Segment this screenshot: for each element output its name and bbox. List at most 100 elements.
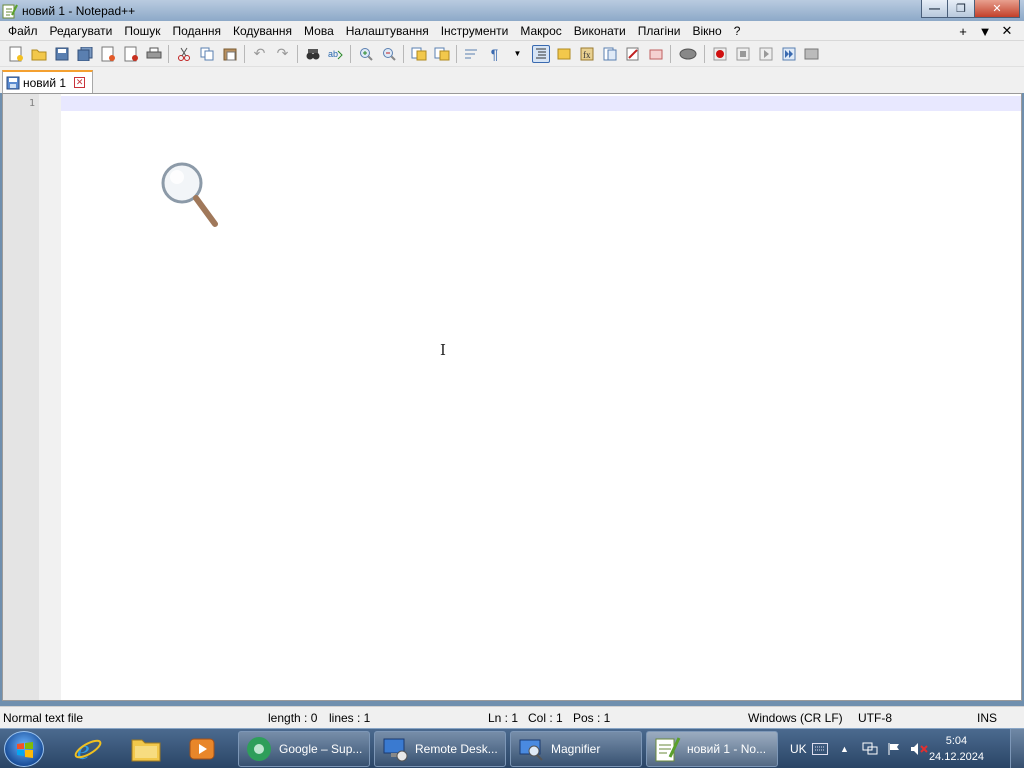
taskbar-remote-desktop[interactable]: Remote Desk... [374,731,506,767]
redo-button[interactable]: ↷ [274,45,292,63]
status-line-number: Ln : 1 [488,711,519,725]
copy-button[interactable] [198,45,216,63]
action-center-flag-icon[interactable] [887,729,901,768]
show-hidden-icons-button[interactable]: ▲ [840,729,849,768]
network-icon[interactable] [862,729,878,768]
sync-horizontal-button[interactable] [433,45,451,63]
folder-as-workspace-button[interactable] [624,45,642,63]
zoom-in-button[interactable] [357,45,375,63]
menu-language[interactable]: Мова [298,21,340,41]
title-bar: новий 1 - Notepad++ — ❐ ✕ [0,0,1024,21]
taskbar: e Google – Sup... Remote Desk... Magnifi… [0,728,1024,768]
language-indicator[interactable]: UK [790,729,807,768]
save-macro-button[interactable] [803,45,821,63]
start-recording-button[interactable] [711,45,729,63]
close-button[interactable]: ✕ [975,0,1020,18]
line-number: 1 [28,98,35,109]
menu-view[interactable]: Подання [167,21,227,41]
menu-encoding[interactable]: Кодування [227,21,298,41]
replace-button[interactable]: ab [327,45,345,63]
find-button[interactable] [304,45,322,63]
monitoring-button[interactable] [647,45,665,63]
user-defined-language-button[interactable] [555,45,573,63]
clock-time: 5:04 [945,735,968,747]
stop-recording-button[interactable] [734,45,752,63]
magnifier-app-icon [519,739,543,761]
word-wrap-button[interactable] [463,45,481,63]
taskbar-google-chrome[interactable]: Google – Sup... [238,731,370,767]
status-file-type: Normal text file [3,711,84,725]
function-list-button[interactable]: fx [578,45,596,63]
cut-button[interactable] [175,45,193,63]
windows-logo-icon [17,742,33,758]
fold-margin [39,94,61,700]
menu-window[interactable]: Вікно [686,21,727,41]
status-encoding[interactable]: UTF-8 [858,711,892,725]
menu-macro[interactable]: Макрос [514,21,567,41]
taskbar-notepad-plus-plus[interactable]: новий 1 - No... [646,731,778,767]
explorer-pinned[interactable] [126,732,166,766]
status-lines: lines : 1 [329,711,371,725]
undo-button[interactable]: ↶ [251,45,269,63]
redo-icon: ↷ [276,45,289,61]
menu-help[interactable]: ? [728,21,747,41]
document-map-button[interactable] [601,45,619,63]
system-clock[interactable]: 5:04 24.12.2024 [929,733,984,765]
menu-run[interactable]: Виконати [568,21,632,41]
indent-guide-button[interactable] [531,44,550,63]
restore-button[interactable]: ❐ [948,0,975,18]
save-button[interactable] [53,45,71,63]
show-all-characters-button[interactable]: ¶ [486,45,504,63]
stop-icon [736,47,749,60]
tab-list-dropdown-button[interactable]: ▼ [974,24,996,39]
current-line-highlight [61,96,1021,111]
notepad-plus-plus-icon [2,4,18,18]
new-file-button[interactable] [7,45,25,63]
menu-plugins[interactable]: Плагіни [632,21,687,41]
copy-icon [200,47,213,60]
menu-bar: Файл Редагувати Пошук Подання Кодування … [0,21,1024,41]
record-icon [713,47,726,60]
svg-text:fx: fx [583,50,591,60]
status-eol-format[interactable]: Windows (CR LF) [748,711,843,725]
taskbar-magnifier[interactable]: Magnifier [510,731,642,767]
volume-muted-icon[interactable] [910,729,928,768]
menu-tools[interactable]: Інструменти [435,21,515,41]
start-button[interactable] [4,731,44,767]
new-tab-plus-button[interactable]: + [952,24,974,39]
menu-file[interactable]: Файл [2,21,44,41]
menu-settings[interactable]: Налаштування [340,21,435,41]
keyboard-icon[interactable] [812,729,828,768]
print-button[interactable] [145,45,163,63]
internet-explorer-pinned[interactable]: e [68,732,108,766]
save-macro-icon [804,48,818,59]
run-macro-multiple-button[interactable] [780,45,798,63]
minimize-button[interactable]: — [921,0,948,18]
macro-record-button[interactable] [677,45,699,63]
clock-date: 24.12.2024 [928,751,984,763]
paste-button[interactable] [221,45,239,63]
zoom-in-icon [359,47,373,61]
open-file-button[interactable] [30,45,48,63]
tab-new-1[interactable]: новий 1 ✕ [2,70,93,93]
close-document-button[interactable]: ✕ [996,23,1018,39]
sync-vertical-button[interactable] [410,45,428,63]
toolbar-separator [670,44,671,63]
folder-workspace-icon [626,47,638,60]
binoculars-icon [306,48,319,59]
close-all-button[interactable] [122,45,140,63]
close-file-button[interactable] [99,45,117,63]
menu-edit[interactable]: Редагувати [44,21,119,41]
indent-guide-dropdown-button[interactable]: ▼ [509,45,527,63]
tab-close-icon[interactable]: ✕ [74,77,86,88]
toolbar-separator [350,44,351,63]
show-desktop-button[interactable] [1010,729,1024,768]
save-all-button[interactable] [76,45,94,63]
media-player-pinned[interactable] [182,732,222,766]
menu-search[interactable]: Пошук [118,21,166,41]
editor-area[interactable]: 1 I [2,93,1022,701]
playback-button[interactable] [757,45,775,63]
zoom-out-button[interactable] [380,45,398,63]
minimize-icon: — [929,2,940,15]
task-label: Remote Desk... [415,742,498,756]
